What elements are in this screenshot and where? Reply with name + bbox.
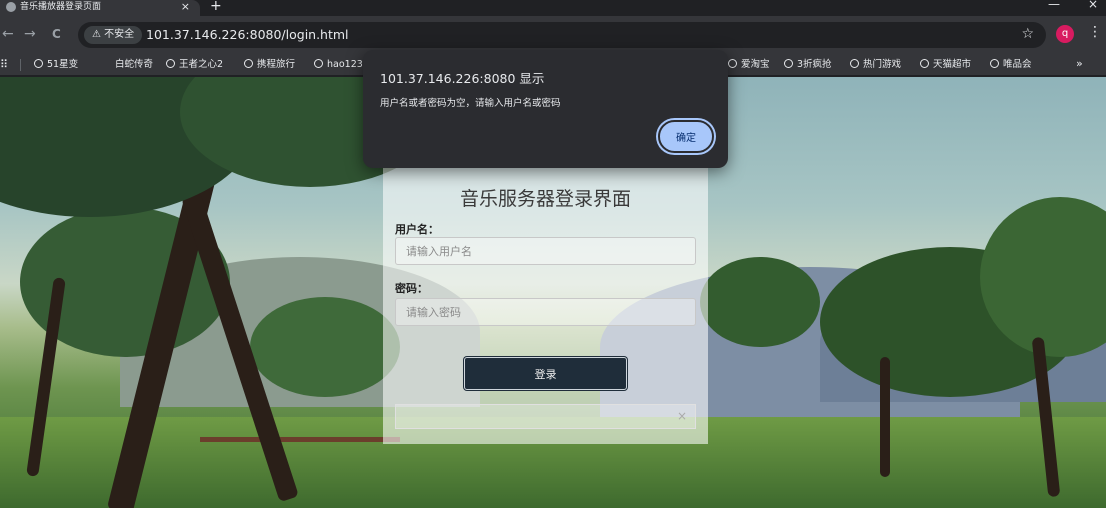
more-bookmarks-icon[interactable]: » xyxy=(1076,57,1083,70)
globe-icon xyxy=(990,59,999,68)
browser-toolbar: ← → C ⚠ 不安全 101.37.146.226:8080/login.ht… xyxy=(0,16,1106,54)
alert-close-icon[interactable]: × xyxy=(677,409,687,423)
bookmark-star-icon[interactable]: ☆ xyxy=(1021,26,1034,42)
globe-icon xyxy=(850,59,859,68)
bookmark-item[interactable]: 3折疯抢 xyxy=(784,58,832,71)
new-tab-button[interactable]: + xyxy=(210,0,222,14)
alert-dialog: 101.37.146.226:8080 显示 用户名或者密码为空，请输入用户名或… xyxy=(363,50,728,168)
password-input[interactable] xyxy=(395,298,696,326)
bookmark-label: 白蛇传奇 xyxy=(115,59,154,70)
tab-strip: 音乐播放器登录页面 × + — × xyxy=(0,0,1106,16)
forward-icon[interactable]: → xyxy=(24,26,36,42)
bookmark-label: 天猫超市 xyxy=(933,59,972,70)
back-icon[interactable]: ← xyxy=(2,26,14,42)
bookmark-label: 唯品会 xyxy=(1003,59,1032,70)
bookmark-item[interactable]: 王者之心2 xyxy=(166,58,223,71)
username-label: 用户名： xyxy=(395,223,439,236)
globe-icon xyxy=(784,59,793,68)
globe-icon xyxy=(920,59,929,68)
security-indicator[interactable]: ⚠ 不安全 xyxy=(84,26,143,44)
bookmark-label: 王者之心2 xyxy=(179,59,224,70)
bookmark-label: hao123 xyxy=(327,59,363,70)
bookmark-item[interactable]: 携程旅行 xyxy=(244,58,295,71)
login-button[interactable]: 登录 xyxy=(464,357,627,390)
address-bar[interactable]: ⚠ 不安全 101.37.146.226:8080/login.html ☆ xyxy=(78,22,1046,48)
globe-icon xyxy=(244,59,253,68)
browser-tab[interactable]: 音乐播放器登录页面 × xyxy=(0,0,200,16)
ok-button[interactable]: 确定 xyxy=(658,120,714,153)
login-form: 音乐服务器登录界面 用户名： 密码： 登录 × xyxy=(383,154,708,444)
globe-icon xyxy=(34,59,43,68)
park-bench xyxy=(200,437,400,442)
bookmark-label: 携程旅行 xyxy=(257,59,296,70)
password-label: 密码： xyxy=(395,282,428,295)
dialog-message: 用户名或者密码为空，请输入用户名或密码 xyxy=(380,98,561,109)
close-tab-icon[interactable]: × xyxy=(181,0,190,14)
window-close-icon[interactable]: × xyxy=(1088,0,1098,11)
url-text[interactable]: 101.37.146.226:8080/login.html xyxy=(146,27,349,43)
globe-icon xyxy=(728,59,737,68)
page-title: 音乐服务器登录界面 xyxy=(459,188,631,210)
username-input[interactable] xyxy=(395,237,696,265)
bookmark-label: 热门游戏 xyxy=(863,59,902,70)
dialog-title: 101.37.146.226:8080 显示 xyxy=(380,71,545,86)
bookmark-item[interactable]: hao123 xyxy=(314,58,363,71)
tab-title: 音乐播放器登录页面 xyxy=(20,2,102,12)
message-alert: × xyxy=(395,404,696,429)
globe-icon xyxy=(6,2,16,12)
profile-avatar[interactable]: q xyxy=(1056,25,1074,43)
browser-menu-icon[interactable]: ⋮ xyxy=(1088,24,1102,40)
reload-icon[interactable]: C xyxy=(52,27,61,41)
bookmark-item[interactable]: 唯品会 xyxy=(990,58,1032,71)
bookmark-item[interactable]: 51星变 xyxy=(34,58,78,71)
bookmarks-divider xyxy=(20,59,21,71)
bookmark-label: 3折疯抢 xyxy=(797,59,832,70)
bookmark-label: 爱淘宝 xyxy=(741,59,770,70)
bookmark-item[interactable]: 白蛇传奇 xyxy=(115,58,153,71)
minimize-icon[interactable]: — xyxy=(1048,0,1060,11)
bookmark-item[interactable]: 天猫超市 xyxy=(920,58,971,71)
globe-icon xyxy=(166,59,175,68)
bookmark-item[interactable]: 爱淘宝 xyxy=(728,58,770,71)
globe-icon xyxy=(314,59,323,68)
bookmark-label: 51星变 xyxy=(47,59,79,70)
apps-grid-icon[interactable]: ⠿ xyxy=(0,58,8,71)
bookmark-item[interactable]: 热门游戏 xyxy=(850,58,901,71)
